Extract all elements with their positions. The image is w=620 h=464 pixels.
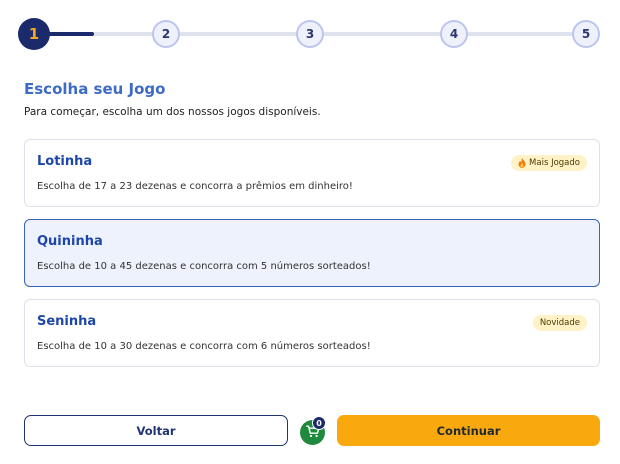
new-badge: Novidade [532,315,587,331]
most-played-badge: Mais Jogado [511,155,587,171]
progress-stepper: 1 2 3 4 5 [18,18,602,50]
game-name: Seninha [37,314,97,329]
badge-label: Mais Jogado [529,158,580,168]
continue-button[interactable]: Continuar [337,415,600,446]
game-card-quininha[interactable]: Quininha Escolha de 10 a 45 dezenas e co… [24,219,600,287]
step-5[interactable]: 5 [572,20,600,48]
game-card-lotinha[interactable]: Lotinha Mais Jogado Escolha de 17 a 23 d… [24,139,600,207]
step-4[interactable]: 4 [440,20,468,48]
cart-count-badge: 0 [312,416,326,430]
game-description: Escolha de 17 a 23 dezenas e concorra a … [37,181,353,192]
step-1[interactable]: 1 [18,18,50,50]
step-2[interactable]: 2 [152,20,180,48]
badge-label: Novidade [539,318,580,328]
game-card-seninha[interactable]: Seninha Novidade Escolha de 10 a 30 deze… [24,299,600,367]
step-3[interactable]: 3 [296,20,324,48]
game-description: Escolha de 10 a 45 dezenas e concorra co… [37,261,371,272]
game-name: Quininha [37,234,103,249]
page-title: Escolha seu Jogo [24,80,166,98]
back-button[interactable]: Voltar [24,415,288,446]
page-subtitle: Para começar, escolha um dos nossos jogo… [24,106,321,118]
game-description: Escolha de 10 a 30 dezenas e concorra co… [37,341,371,352]
game-name: Lotinha [37,154,93,169]
flame-icon [518,158,526,168]
